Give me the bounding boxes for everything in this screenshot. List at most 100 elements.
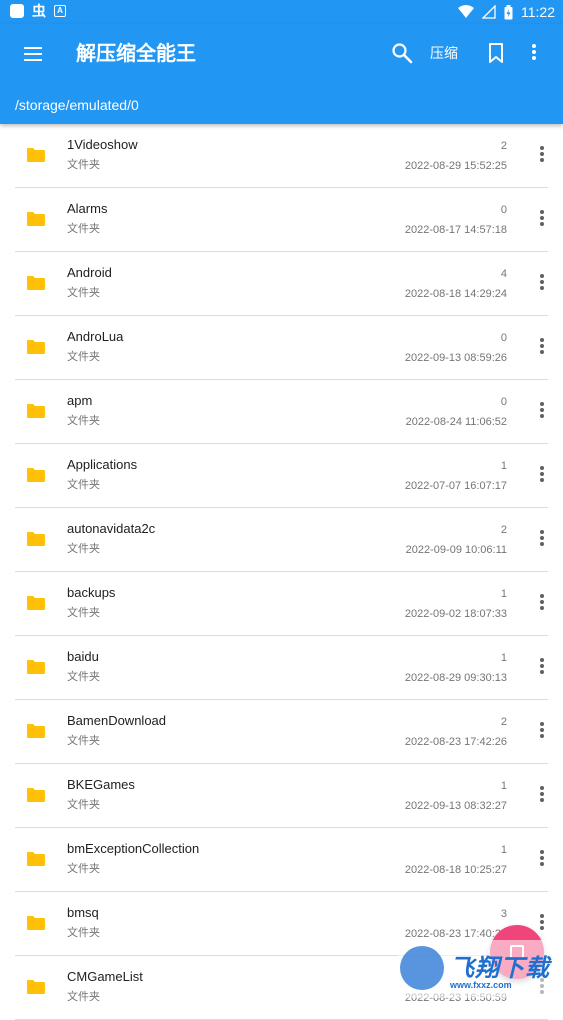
file-name: bmExceptionCollection <box>67 841 200 856</box>
folder-icon <box>27 148 45 162</box>
file-name: backups <box>67 585 116 600</box>
folder-icon <box>27 276 45 290</box>
folder-icon <box>27 980 45 994</box>
row-more-icon[interactable] <box>534 464 550 488</box>
file-name: apm <box>67 393 93 408</box>
file-row[interactable]: Android 文件夹 4 2022-08-18 14:29:24 <box>0 252 563 316</box>
menu-icon[interactable] <box>22 42 46 66</box>
file-row[interactable]: Alarms 文件夹 0 2022-08-17 14:57:18 <box>0 188 563 252</box>
row-more-icon[interactable] <box>534 720 550 744</box>
item-count: 2 <box>500 140 507 152</box>
item-count: 1 <box>500 844 507 856</box>
modified-date: 2022-09-02 18:07:33 <box>404 608 507 620</box>
file-type: 文件夹 <box>67 671 100 683</box>
item-count: 2 <box>500 716 507 728</box>
app-bar: 解压缩全能王 压缩 /storage/emulated/0 <box>0 24 563 124</box>
item-count: 0 <box>500 396 507 408</box>
item-count: 4 <box>500 268 507 280</box>
item-count: 1 <box>500 460 507 472</box>
modified-date: 2022-08-29 09:30:13 <box>404 672 507 684</box>
watermark-text: 飞翔下载 <box>450 955 550 982</box>
folder-icon <box>27 916 45 930</box>
file-name: AndroLua <box>67 329 124 344</box>
file-name: BKEGames <box>67 777 135 792</box>
search-icon[interactable] <box>390 41 414 65</box>
file-row[interactable]: AndroLua 文件夹 0 2022-09-13 08:59:26 <box>0 316 563 380</box>
file-type: 文件夹 <box>67 159 100 171</box>
file-name: CMGameList <box>67 969 143 984</box>
modified-date: 2022-09-09 10:06:11 <box>405 544 507 556</box>
wifi-icon <box>458 5 474 18</box>
item-count: 0 <box>500 332 507 344</box>
file-name: BamenDownload <box>67 713 167 728</box>
file-name: autonavidata2c <box>67 521 156 536</box>
item-count: 1 <box>500 588 507 600</box>
modified-date: 2022-08-18 10:25:27 <box>404 864 507 876</box>
modified-date: 2022-09-13 08:32:27 <box>404 800 507 812</box>
file-name: bmsq <box>67 905 99 920</box>
file-type: 文件夹 <box>67 287 100 299</box>
file-row[interactable]: baidu 文件夹 1 2022-08-29 09:30:13 <box>0 636 563 700</box>
file-row[interactable]: BKEGames 文件夹 1 2022-09-13 08:32:27 <box>0 764 563 828</box>
item-count: 1 <box>500 780 507 792</box>
file-row[interactable]: backups 文件夹 1 2022-09-02 18:07:33 <box>0 572 563 636</box>
folder-icon <box>27 532 45 546</box>
current-path: /storage/emulated/0 <box>15 97 139 113</box>
file-type: 文件夹 <box>67 799 100 811</box>
folder-icon <box>27 788 45 802</box>
item-count: 0 <box>500 204 507 216</box>
row-more-icon[interactable] <box>534 400 550 424</box>
row-more-icon[interactable] <box>534 144 550 168</box>
watermark-logo-icon <box>400 946 444 990</box>
watermark: 飞翔下载 www.fxxz.com <box>398 940 558 998</box>
signal-icon <box>482 5 496 19</box>
compress-button[interactable]: 压缩 <box>430 43 458 63</box>
file-row[interactable]: 1Videoshow 文件夹 2 2022-08-29 15:52:25 <box>0 124 563 188</box>
folder-icon <box>27 212 45 226</box>
row-more-icon[interactable] <box>534 336 550 360</box>
file-type: 文件夹 <box>67 863 100 875</box>
item-count: 1 <box>500 652 507 664</box>
file-type: 文件夹 <box>67 415 100 427</box>
modified-date: 2022-07-07 16:07:17 <box>404 480 507 492</box>
row-more-icon[interactable] <box>534 272 550 296</box>
file-type: 文件夹 <box>67 543 100 555</box>
bookmark-icon[interactable] <box>484 41 508 65</box>
file-type: 文件夹 <box>67 223 100 235</box>
modified-date: 2022-08-18 14:29:24 <box>404 288 507 300</box>
file-type: 文件夹 <box>67 927 100 939</box>
folder-icon <box>27 852 45 866</box>
row-more-icon[interactable] <box>534 784 550 808</box>
file-row[interactable]: apm 文件夹 0 2022-08-24 11:06:52 <box>0 380 563 444</box>
bug-icon: 虫 <box>32 3 46 19</box>
folder-icon <box>27 724 45 738</box>
file-name: 1Videoshow <box>67 137 138 152</box>
file-row[interactable]: autonavidata2c 文件夹 2 2022-09-09 10:06:11 <box>0 508 563 572</box>
modified-date: 2022-08-23 17:42:26 <box>404 736 507 748</box>
watermark-url: www.fxxz.com <box>450 980 512 990</box>
status-bar: 虫 A 11:22 <box>0 0 563 24</box>
file-name: Alarms <box>67 201 108 216</box>
folder-icon <box>27 596 45 610</box>
file-row[interactable]: Applications 文件夹 1 2022-07-07 16:07:17 <box>0 444 563 508</box>
modified-date: 2022-09-13 08:59:26 <box>404 352 507 364</box>
overflow-menu-icon[interactable] <box>526 42 542 66</box>
row-more-icon[interactable] <box>534 656 550 680</box>
row-more-icon[interactable] <box>534 528 550 552</box>
file-row[interactable]: bmExceptionCollection 文件夹 1 2022-08-18 1… <box>0 828 563 892</box>
file-row[interactable]: BamenDownload 文件夹 2 2022-08-23 17:42:26 <box>0 700 563 764</box>
item-count: 3 <box>500 908 507 920</box>
row-more-icon[interactable] <box>534 208 550 232</box>
battery-icon <box>504 4 513 19</box>
row-more-icon[interactable] <box>534 848 550 872</box>
folder-icon <box>27 468 45 482</box>
file-type: 文件夹 <box>67 479 100 491</box>
file-type: 文件夹 <box>67 351 100 363</box>
folder-icon <box>27 404 45 418</box>
file-type: 文件夹 <box>67 735 100 747</box>
folder-icon <box>27 340 45 354</box>
modified-date: 2022-08-29 15:52:25 <box>404 160 507 172</box>
folder-icon <box>27 660 45 674</box>
row-more-icon[interactable] <box>534 592 550 616</box>
app-title: 解压缩全能王 <box>76 43 196 65</box>
